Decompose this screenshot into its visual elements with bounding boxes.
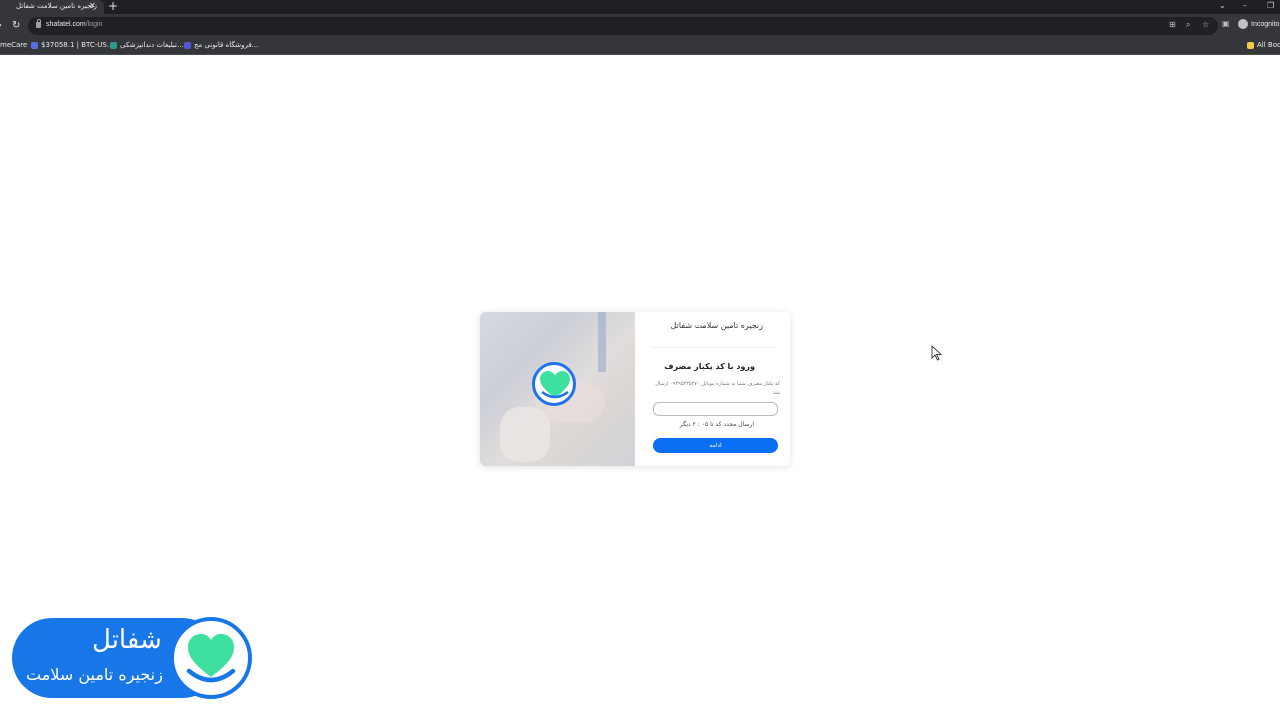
forward-icon[interactable]: ›	[0, 20, 2, 31]
restore-icon[interactable]: ❐	[1267, 1, 1274, 10]
continue-button[interactable]: ادامه	[653, 438, 778, 453]
bookmark-item[interactable]: فروشگاه قانونی مج...	[184, 41, 258, 49]
browser-toolbar: › ↻ shafatel.com/login ⊞ ⌕ ☆ ▣ Incognito	[0, 14, 1280, 38]
profile-button[interactable]: Incognito	[1238, 19, 1279, 29]
tab-title: زنجیره تامین سلامت شفاتل	[16, 2, 97, 10]
heart-logo-icon	[170, 617, 252, 699]
otp-description: کد یکبار مصرف شما به شماره موبایل ۰۹۳۹۵۴…	[655, 381, 780, 396]
divider	[652, 347, 774, 348]
reload-icon[interactable]: ↻	[12, 20, 20, 31]
watermark-name: شفاتل	[92, 625, 162, 655]
brand-title: زنجیره تامین سلامت شفاتل	[670, 321, 763, 330]
incognito-icon	[1238, 19, 1248, 29]
all-bookmarks[interactable]: All Boo	[1247, 41, 1280, 49]
zoom-icon[interactable]: ⌕	[1186, 20, 1190, 30]
browser-tab[interactable]: زنجیره تامین سلامت شفاتل ✕	[0, 0, 104, 14]
close-tab-icon[interactable]: ✕	[89, 1, 96, 10]
bookmark-item[interactable]: meCare	[0, 41, 27, 49]
bookmarks-bar: meCare $37058.1 | BTC-US... تبلیغات دندا…	[0, 38, 1280, 55]
heart-logo-icon	[532, 362, 576, 406]
tab-search-icon[interactable]: ⌄	[1219, 1, 1226, 10]
otp-code-input[interactable]	[653, 402, 778, 416]
side-panel-icon[interactable]: ▣	[1222, 19, 1230, 28]
form-heading: ورود با کد یکبار مصرف	[664, 362, 755, 371]
minimize-icon[interactable]: –	[1243, 1, 1247, 10]
bookmark-item[interactable]: تبلیغات دندانپزشکی...	[110, 41, 184, 49]
resend-countdown: ارسال مجدد کد تا ۰۵ : ۲ دیگر	[679, 421, 754, 428]
hero-image	[480, 312, 635, 466]
url-text: shafatel.com/login	[46, 21, 103, 28]
shop-icon	[184, 41, 191, 49]
translate-icon[interactable]: ⊞	[1169, 20, 1176, 29]
brand-watermark: شفاتل زنجیره تامین سلامت	[12, 617, 252, 699]
login-form: زنجیره تامین سلامت شفاتل ورود با کد یکبا…	[635, 312, 790, 466]
star-icon[interactable]: ☆	[1202, 20, 1209, 29]
crypto-icon	[31, 41, 38, 49]
bookmark-item[interactable]: $37058.1 | BTC-US...	[31, 41, 114, 49]
ad-icon	[110, 41, 117, 49]
new-tab-icon[interactable]: +	[108, 0, 118, 13]
browser-titlebar: زنجیره تامین سلامت شفاتل ✕ + ⌄ – ❐	[0, 0, 1280, 14]
folder-icon	[1247, 41, 1254, 49]
login-card: زنجیره تامین سلامت شفاتل ورود با کد یکبا…	[480, 312, 790, 466]
mouse-cursor-icon	[931, 345, 943, 361]
lock-icon	[36, 19, 41, 28]
address-bar[interactable]: shafatel.com/login ⊞ ⌕ ☆	[28, 17, 1218, 35]
watermark-tagline: زنجیره تامین سلامت	[26, 665, 163, 684]
